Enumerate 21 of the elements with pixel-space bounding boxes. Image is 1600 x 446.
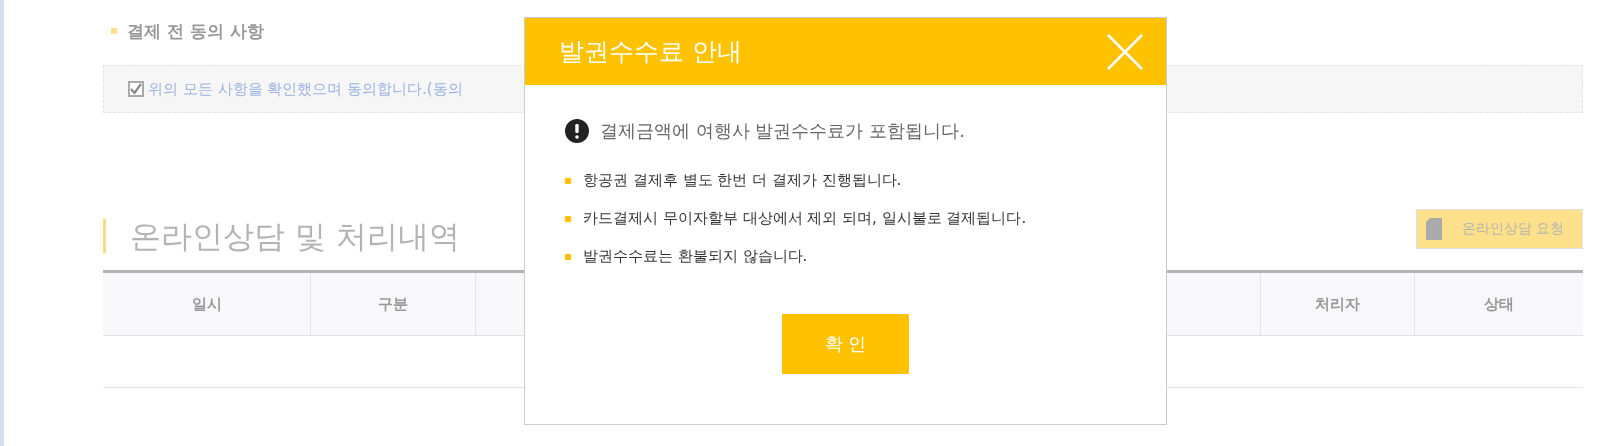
notice-item: 항공권 결제후 별도 한번 더 결제가 진행됩니다.	[583, 171, 902, 190]
agreement-label[interactable]: 위의 모든 사항을 확인했으며 동의합니다.(동의	[148, 79, 463, 99]
confirm-button[interactable]: 확 인	[782, 314, 909, 374]
consultation-request-button[interactable]: 온라인상담 요청	[1416, 209, 1583, 249]
bullet-icon	[111, 28, 117, 34]
column-header: 구분	[378, 294, 408, 314]
bullet-icon	[565, 253, 571, 260]
section-heading: 온라인상담 및 처리내역	[103, 219, 460, 253]
notice-item: 카드결제시 무이자할부 대상에서 제외 되며, 일시불로 결제됩니다.	[583, 209, 1027, 228]
modal-title: 발권수수료 안내	[559, 36, 742, 68]
bullet-icon	[565, 215, 571, 222]
bullet-icon	[565, 177, 571, 184]
column-header: 처리자	[1315, 294, 1360, 314]
document-icon	[1426, 218, 1442, 240]
section-title: 결제 전 동의 사항	[127, 19, 264, 43]
alert-icon	[565, 119, 589, 143]
column-header: 상태	[1484, 294, 1514, 314]
column-header: 일시	[191, 294, 222, 314]
agreement-checkbox[interactable]	[128, 81, 144, 97]
fee-message: 결제금액에 여행사 발권수수료가 포함됩니다.	[600, 119, 965, 143]
notice-item: 발권수수료는 환불되지 않습니다.	[583, 247, 808, 266]
